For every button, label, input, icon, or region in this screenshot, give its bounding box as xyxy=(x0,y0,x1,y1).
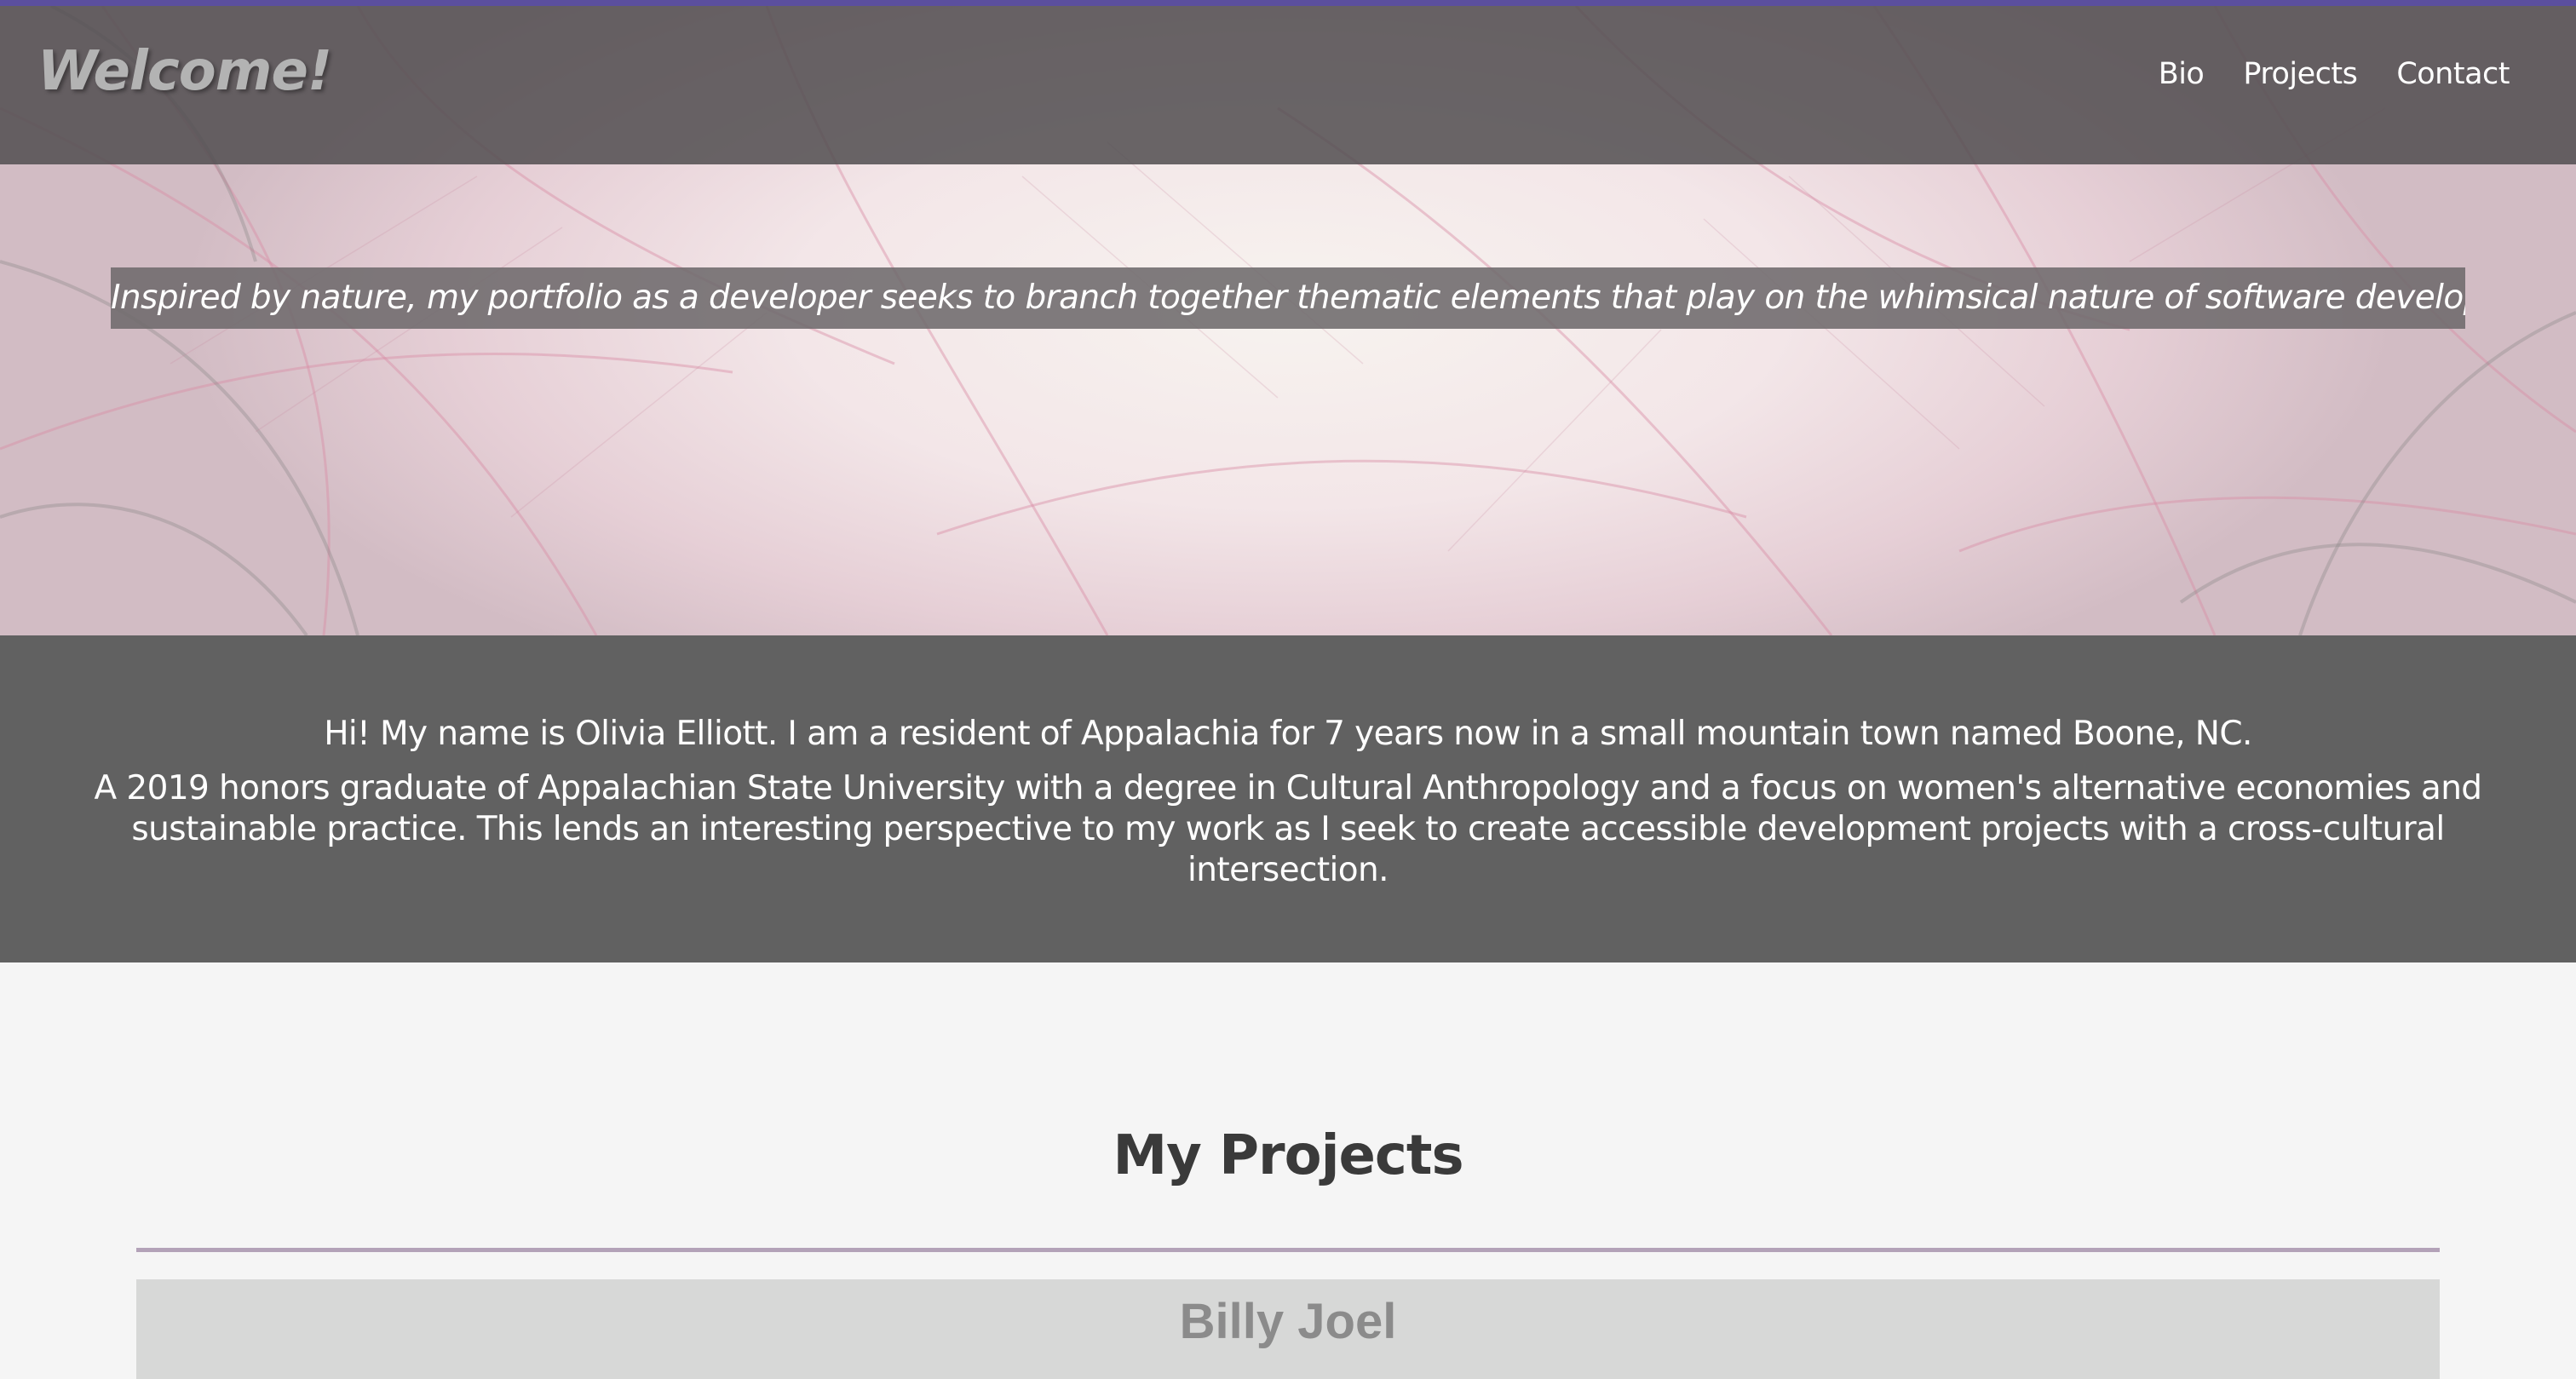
hero-tagline: Inspired by nature, my portfolio as a de… xyxy=(111,267,2465,329)
site-header: Welcome! Bio Projects Contact xyxy=(0,6,2576,164)
project-card[interactable]: Billy Joel xyxy=(136,1279,2440,1379)
bio-detail-text: A 2019 honors graduate of Appalachian St… xyxy=(94,769,2483,889)
projects-heading: My Projects xyxy=(1113,1124,1463,1187)
bio-intro-text: Hi! My name is Olivia Elliott. I am a re… xyxy=(324,715,2252,753)
bio-section: Hi! My name is Olivia Elliott. I am a re… xyxy=(0,635,2576,962)
main-nav: Bio Projects Contact xyxy=(2159,57,2510,91)
nav-link-contact[interactable]: Contact xyxy=(2396,57,2510,91)
projects-divider xyxy=(136,1248,2440,1252)
nav-link-bio[interactable]: Bio xyxy=(2159,57,2205,91)
brand-title: Welcome! xyxy=(37,40,332,103)
top-accent-strip xyxy=(0,0,2576,6)
nav-link-projects[interactable]: Projects xyxy=(2243,57,2357,91)
project-card-title: Billy Joel xyxy=(1179,1294,1397,1349)
